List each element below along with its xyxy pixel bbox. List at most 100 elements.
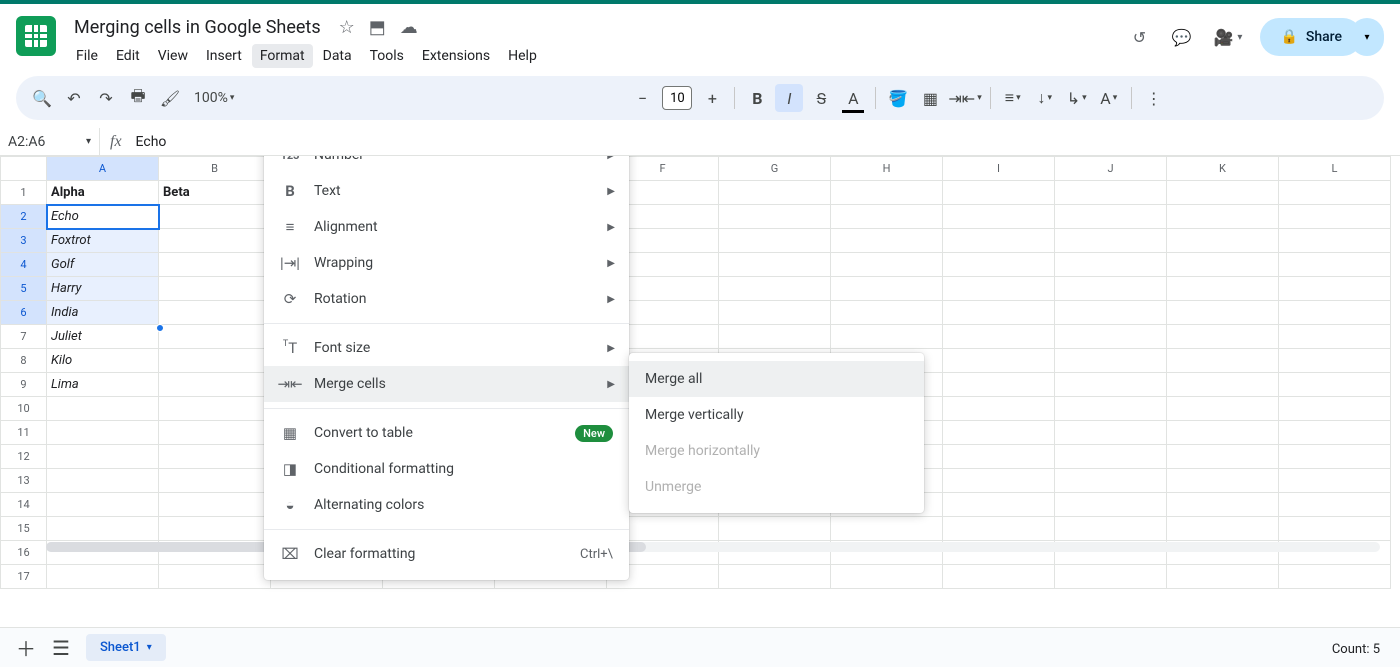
menuitem-merge-all[interactable]: Merge all xyxy=(629,361,924,397)
row-header[interactable]: 16 xyxy=(1,541,47,565)
cell[interactable] xyxy=(1279,253,1391,277)
cell[interactable] xyxy=(1055,469,1167,493)
valign-button[interactable]: ↓ xyxy=(1031,84,1059,112)
cell[interactable] xyxy=(47,565,159,589)
cell[interactable] xyxy=(1055,493,1167,517)
print-icon[interactable]: 🖶 xyxy=(124,84,152,112)
cell[interactable] xyxy=(943,421,1055,445)
row-header[interactable]: 4 xyxy=(1,253,47,277)
cell[interactable]: Foxtrot xyxy=(47,229,159,253)
mergecells-button[interactable]: ⇥⇤ xyxy=(948,84,981,112)
cell[interactable] xyxy=(159,469,271,493)
wrap-button[interactable]: ↳ xyxy=(1063,84,1091,112)
strike-button[interactable]: S xyxy=(807,84,835,112)
menu-edit[interactable]: Edit xyxy=(108,44,148,68)
cell[interactable] xyxy=(1279,301,1391,325)
cell[interactable] xyxy=(159,421,271,445)
row-header[interactable]: 6 xyxy=(1,301,47,325)
cell[interactable] xyxy=(943,325,1055,349)
menu-help[interactable]: Help xyxy=(500,44,545,68)
cell[interactable] xyxy=(943,565,1055,589)
add-sheet-button[interactable]: ＋ xyxy=(16,633,36,662)
fontsize-minus[interactable]: − xyxy=(628,84,656,112)
cell[interactable] xyxy=(1167,493,1279,517)
cell[interactable] xyxy=(943,349,1055,373)
cell[interactable] xyxy=(1279,349,1391,373)
row-header[interactable]: 9 xyxy=(1,373,47,397)
document-title[interactable]: Merging cells in Google Sheets xyxy=(68,15,327,40)
cell[interactable]: Golf xyxy=(47,253,159,277)
cell[interactable] xyxy=(1167,181,1279,205)
cell[interactable] xyxy=(1279,229,1391,253)
sheet-tab[interactable]: Sheet1 ▾ xyxy=(86,634,166,661)
menuitem-conditional[interactable]: ◨Conditional formatting xyxy=(264,451,629,487)
redo-icon[interactable]: ↷ xyxy=(92,84,120,112)
cell[interactable] xyxy=(1055,229,1167,253)
comments-icon[interactable]: 💬 xyxy=(1169,25,1193,49)
menu-insert[interactable]: Insert xyxy=(198,44,250,68)
rotate-button[interactable]: A xyxy=(1095,84,1123,112)
menuitem-text[interactable]: BText▶ xyxy=(264,173,629,209)
cell[interactable]: India xyxy=(47,301,159,325)
cell[interactable] xyxy=(943,373,1055,397)
status-count[interactable]: Count: 5 xyxy=(1332,642,1380,657)
cell[interactable] xyxy=(943,205,1055,229)
cell[interactable] xyxy=(943,397,1055,421)
name-box[interactable]: A2:A6 ▾ xyxy=(0,128,100,155)
cell[interactable] xyxy=(1279,373,1391,397)
share-button[interactable]: 🔒 Share xyxy=(1260,18,1362,56)
undo-icon[interactable]: ↶ xyxy=(60,84,88,112)
cell[interactable] xyxy=(943,181,1055,205)
cell[interactable]: Juliet xyxy=(47,325,159,349)
menuitem-wrapping[interactable]: |⇥|Wrapping▶ xyxy=(264,245,629,281)
cell[interactable] xyxy=(1167,421,1279,445)
cell[interactable] xyxy=(159,229,271,253)
cell[interactable] xyxy=(47,421,159,445)
star-icon[interactable]: ☆ xyxy=(339,17,355,38)
cell[interactable] xyxy=(1055,301,1167,325)
cell[interactable] xyxy=(159,325,271,349)
cell[interactable] xyxy=(943,253,1055,277)
meet-icon[interactable]: 🎥 xyxy=(1211,25,1235,49)
cell[interactable] xyxy=(831,229,943,253)
cell[interactable] xyxy=(159,373,271,397)
textcolor-button[interactable]: A xyxy=(839,84,867,112)
cell[interactable] xyxy=(831,325,943,349)
cell[interactable] xyxy=(159,493,271,517)
cell[interactable] xyxy=(1055,205,1167,229)
cell[interactable] xyxy=(1279,181,1391,205)
cell[interactable] xyxy=(47,397,159,421)
cell[interactable] xyxy=(831,565,943,589)
cell[interactable] xyxy=(1279,277,1391,301)
cell[interactable] xyxy=(719,181,831,205)
cell[interactable] xyxy=(1055,325,1167,349)
column-header[interactable]: L xyxy=(1279,157,1391,181)
menuitem-merge-cells[interactable]: ⇥⇤Merge cells▶ xyxy=(264,366,629,402)
cell[interactable] xyxy=(159,397,271,421)
row-header[interactable]: 11 xyxy=(1,421,47,445)
history-icon[interactable]: ↺ xyxy=(1127,25,1151,49)
cell[interactable] xyxy=(1167,445,1279,469)
menu-file[interactable]: File xyxy=(68,44,106,68)
menuitem-merge-vertically[interactable]: Merge vertically xyxy=(629,397,924,433)
share-dropdown[interactable]: ▾ xyxy=(1350,18,1384,56)
row-header[interactable]: 5 xyxy=(1,277,47,301)
menuitem-clear-formatting[interactable]: ⌧Clear formattingCtrl+\ xyxy=(264,536,629,572)
row-header[interactable]: 10 xyxy=(1,397,47,421)
cell[interactable] xyxy=(1167,565,1279,589)
cloud-icon[interactable]: ☁ xyxy=(400,17,418,38)
cell[interactable] xyxy=(1279,493,1391,517)
cell[interactable] xyxy=(719,517,831,541)
cell[interactable] xyxy=(1167,229,1279,253)
menuitem-number[interactable]: 123Number▶ xyxy=(264,156,629,173)
zoom-dropdown[interactable]: 100% xyxy=(188,84,240,112)
row-header[interactable]: 12 xyxy=(1,445,47,469)
cell[interactable] xyxy=(1167,349,1279,373)
cell[interactable] xyxy=(1055,565,1167,589)
all-sheets-button[interactable]: ☰ xyxy=(52,636,70,660)
menuitem-rotation[interactable]: ⟳Rotation▶ xyxy=(264,281,629,317)
cell[interactable] xyxy=(943,469,1055,493)
cell[interactable] xyxy=(1167,469,1279,493)
cell[interactable] xyxy=(1279,517,1391,541)
bold-button[interactable]: B xyxy=(743,84,771,112)
